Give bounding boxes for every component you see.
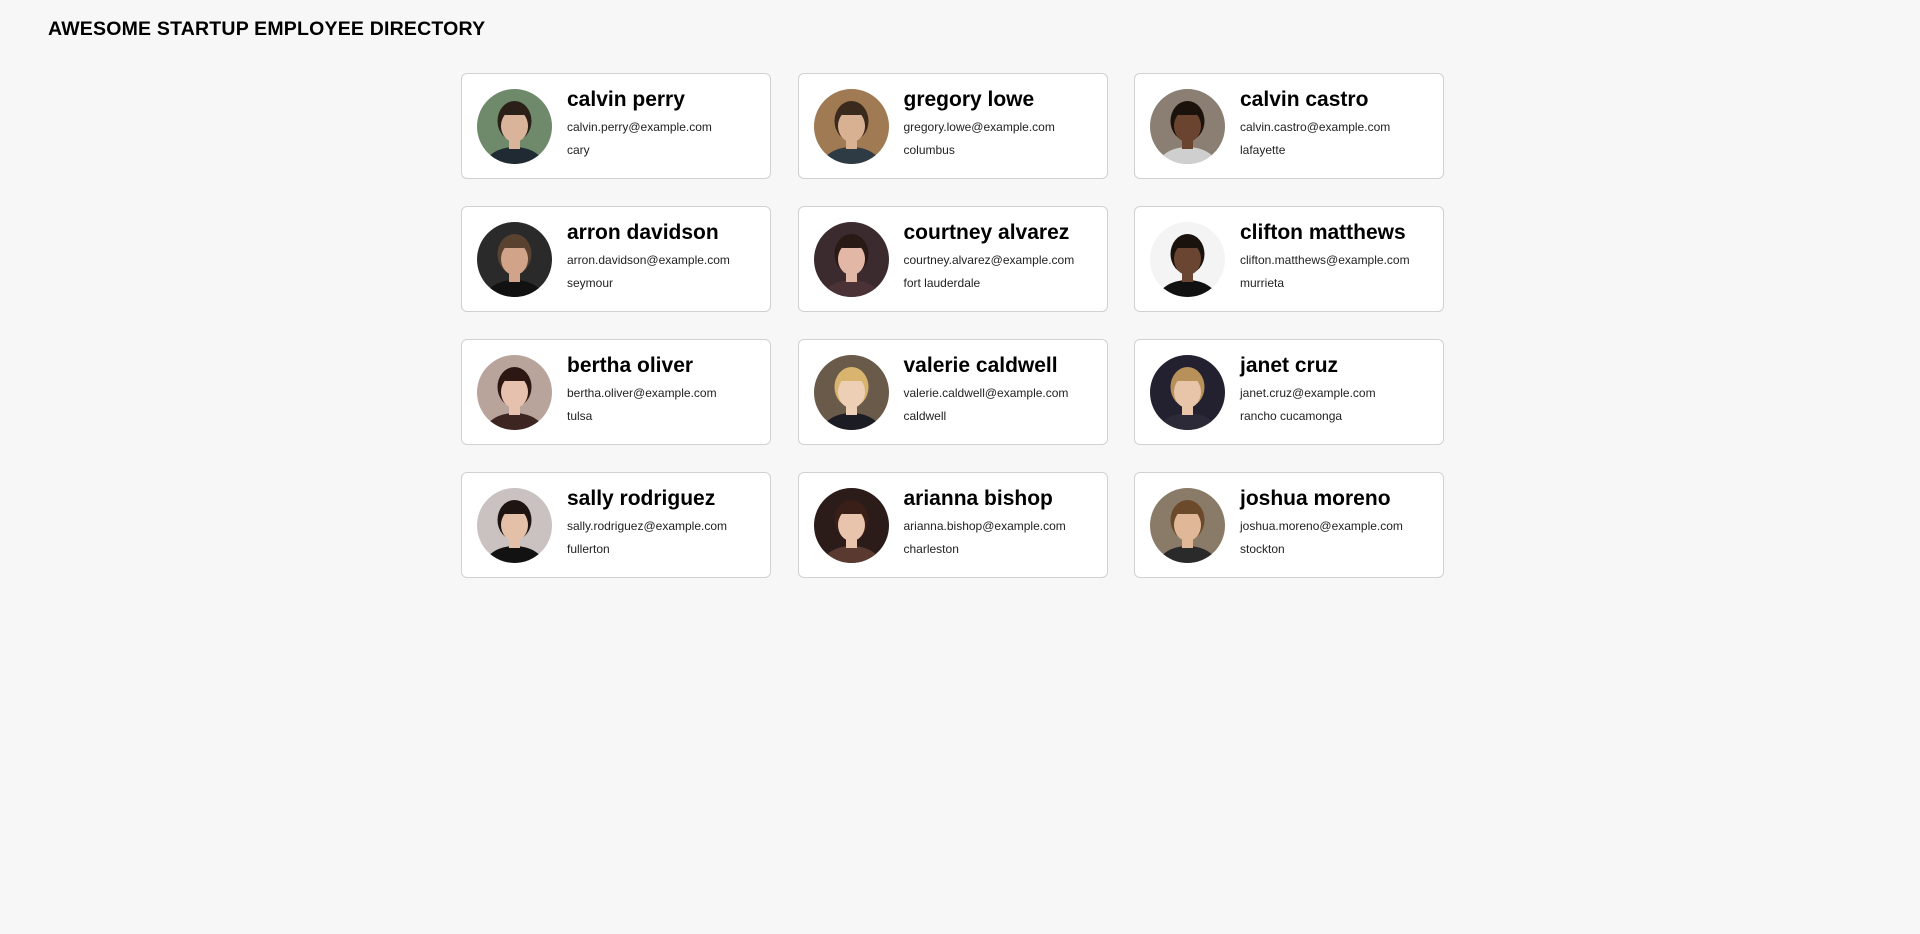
employee-name: joshua moreno [1240,487,1391,510]
employee-photo-icon [813,354,889,430]
employee-email: gregory.lowe@example.com [903,120,1055,134]
employee-photo-icon [477,354,552,430]
employee-gallery: calvin perry calvin.perry@example.com cary… [461,73,1444,578]
employee-name: calvin castro [1240,88,1369,111]
employee-info: courtney alvarez courtney.alvarez@example… [903,221,1075,295]
employee-city: tulsa [567,409,593,423]
employee-email: clifton.matthews@example.com [1240,253,1410,267]
employee-name: arianna bishop [903,487,1053,510]
employee-info: sally rodriguez sally.rodriguez@example.c… [567,487,728,561]
employee-city: charleston [903,542,959,556]
employee-photo-icon [813,221,889,297]
employee-photo-icon [477,487,552,563]
employee-city: fullerton [567,542,610,556]
page-title: AWESOME STARTUP EMPLOYEE DIRECTORY [48,18,486,40]
employee-name: arron davidson [567,221,719,244]
employee-city: lafayette [1240,143,1286,157]
employee-email: arron.davidson@example.com [567,253,730,267]
employee-photo-icon [1150,487,1225,563]
employee-info: joshua moreno joshua.moreno@example.com st… [1240,487,1403,561]
employee-city: columbus [903,143,955,157]
employee-card[interactable]: gregory lowe gregory.lowe@example.com colu… [797,73,1108,179]
employee-info: gregory lowe gregory.lowe@example.com colu… [903,88,1055,162]
employee-card[interactable]: bertha oliver bertha.oliver@example.com tu… [461,339,771,445]
employee-photo-icon [477,88,552,164]
employee-card[interactable]: calvin perry calvin.perry@example.com cary [461,73,771,179]
employee-info: calvin castro calvin.castro@example.com la… [1240,88,1391,162]
employee-photo-icon [477,221,552,297]
employee-city: murrieta [1240,276,1285,290]
employee-card[interactable]: joshua moreno joshua.moreno@example.com st… [1134,472,1444,578]
employee-email: calvin.castro@example.com [1240,120,1391,134]
employee-city: caldwell [903,409,947,423]
employee-info: arianna bishop arianna.bishop@example.com… [903,487,1066,561]
employee-info: arron davidson arron.davidson@example.com… [567,221,730,295]
employee-email: janet.cruz@example.com [1240,386,1376,400]
employee-email: courtney.alvarez@example.com [903,253,1075,267]
employee-name: calvin perry [567,88,685,111]
employee-name: courtney alvarez [903,221,1070,244]
employee-city: seymour [567,276,614,290]
employee-email: calvin.perry@example.com [567,120,712,134]
employee-email: bertha.oliver@example.com [567,386,717,400]
employee-card[interactable]: calvin castro calvin.castro@example.com la… [1134,73,1444,179]
employee-photo-icon [1150,88,1225,164]
employee-city: fort lauderdale [903,276,981,290]
employee-email: sally.rodriguez@example.com [567,519,728,533]
employee-info: janet cruz janet.cruz@example.com rancho c… [1240,354,1376,428]
employee-card[interactable]: arron davidson arron.davidson@example.com… [461,206,771,312]
employee-city: stockton [1240,542,1285,556]
employee-name: bertha oliver [567,354,694,377]
employee-email: joshua.moreno@example.com [1240,519,1403,533]
employee-card[interactable]: arianna bishop arianna.bishop@example.com… [797,472,1108,578]
employee-photo-icon [1150,221,1225,297]
employee-name: gregory lowe [903,88,1035,111]
employee-card[interactable]: clifton matthews clifton.matthews@example… [1134,206,1444,312]
employee-info: calvin perry calvin.perry@example.com cary [567,88,712,162]
employee-email: arianna.bishop@example.com [903,519,1066,533]
employee-photo-icon [813,487,889,563]
employee-card[interactable]: courtney alvarez courtney.alvarez@example… [797,206,1108,312]
employee-card[interactable]: valerie caldwell valerie.caldwell@example… [797,339,1108,445]
employee-card[interactable]: sally rodriguez sally.rodriguez@example.c… [461,472,771,578]
employee-email: valerie.caldwell@example.com [903,386,1069,400]
employee-photo-icon [1150,354,1225,430]
employee-info: bertha oliver bertha.oliver@example.com tu… [567,354,717,428]
employee-info: valerie caldwell valerie.caldwell@example… [903,354,1069,428]
employee-name: sally rodriguez [567,487,716,510]
employee-photo-icon [813,88,889,164]
employee-info: clifton matthews clifton.matthews@example… [1240,221,1410,295]
employee-name: clifton matthews [1240,221,1406,244]
employee-name: janet cruz [1240,354,1339,377]
employee-name: valerie caldwell [903,354,1058,377]
employee-card[interactable]: janet cruz janet.cruz@example.com rancho c… [1134,339,1444,445]
employee-city: rancho cucamonga [1240,409,1343,423]
employee-city: cary [567,143,590,157]
